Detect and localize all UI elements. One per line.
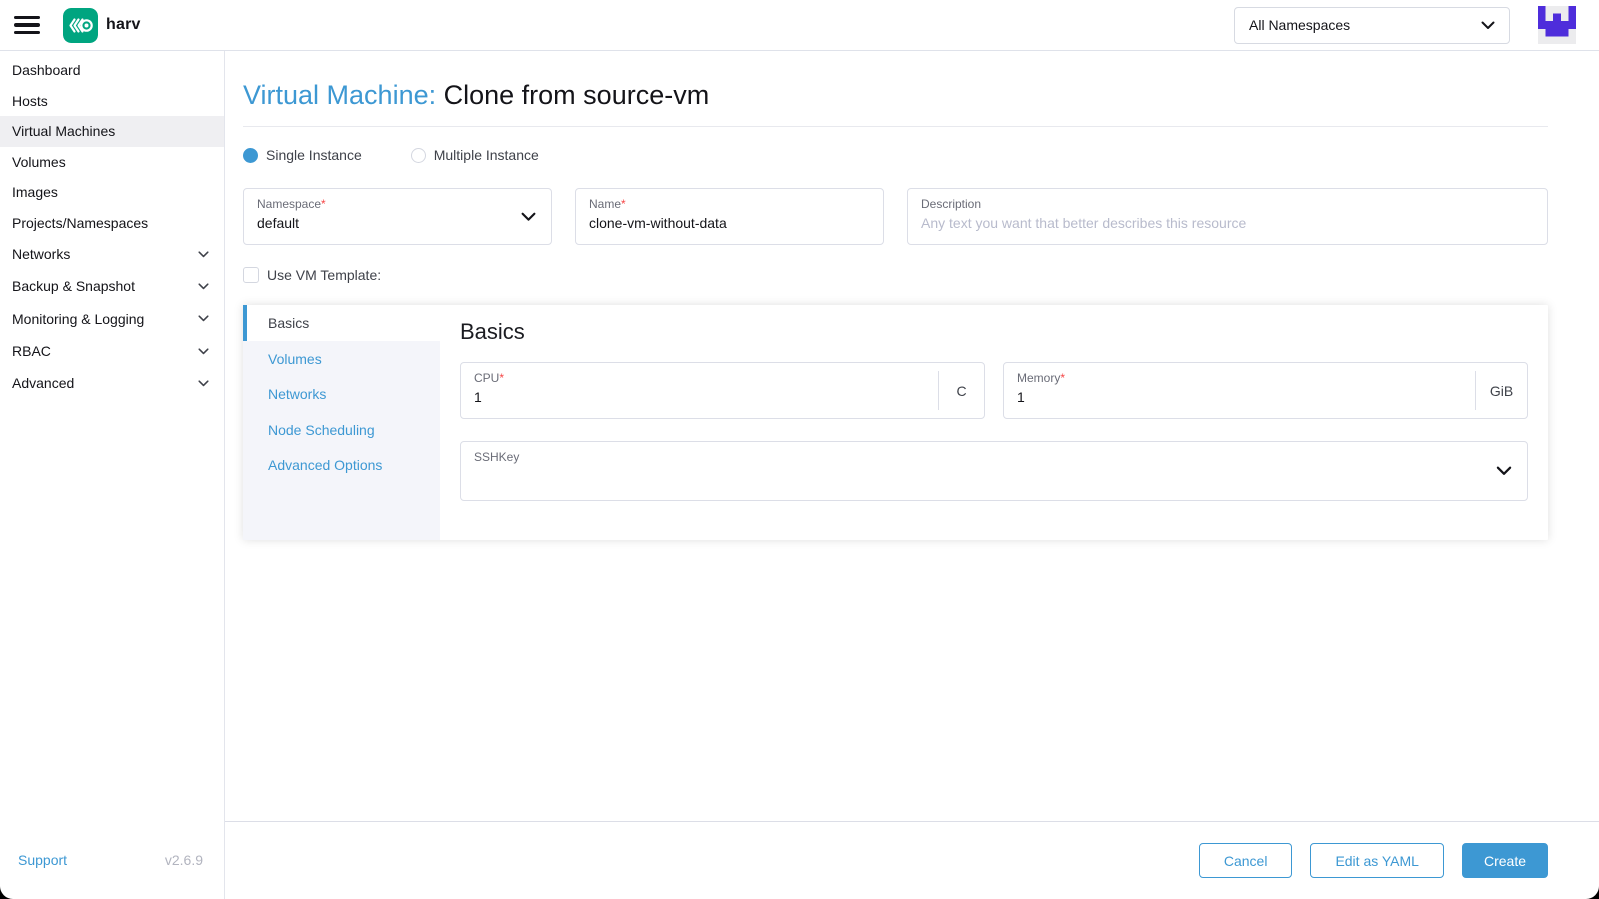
cpu-field: CPU* C — [460, 362, 985, 419]
name-field: Name* — [575, 188, 884, 245]
chevron-down-icon — [198, 283, 209, 290]
cpu-input[interactable] — [474, 389, 971, 405]
radio-selected-icon — [243, 148, 258, 163]
footer-action-bar: Cancel Edit as YAML Create — [225, 821, 1599, 899]
required-marker: * — [1060, 371, 1065, 385]
sidebar: Dashboard Hosts Virtual Machines Volumes… — [0, 51, 225, 899]
config-tab-nav: Basics Volumes Networks Node Scheduling … — [243, 305, 440, 540]
chevron-down-icon — [1496, 466, 1512, 476]
page-title-resource: Virtual Machine: — [243, 80, 436, 110]
required-marker: * — [621, 197, 626, 211]
radio-unselected-icon — [411, 148, 426, 163]
sshkey-select[interactable]: SSHKey — [460, 441, 1528, 501]
sidebar-group-backup-snapshot[interactable]: Backup & Snapshot — [0, 270, 224, 302]
chevron-down-icon — [198, 380, 209, 387]
page-title: Virtual Machine: Clone from source-vm — [243, 79, 1548, 111]
sidebar-group-advanced[interactable]: Advanced — [0, 367, 224, 399]
screen-corner-artifact — [1586, 886, 1599, 899]
description-input[interactable] — [921, 215, 1534, 231]
namespace-value: default — [257, 215, 538, 231]
screen-corner-artifact — [0, 886, 13, 899]
memory-input[interactable] — [1017, 389, 1514, 405]
tab-volumes[interactable]: Volumes — [243, 341, 440, 377]
support-link[interactable]: Support — [18, 852, 67, 868]
cancel-button[interactable]: Cancel — [1199, 843, 1293, 878]
tab-advanced-options[interactable]: Advanced Options — [243, 447, 440, 483]
vm-config-card: Basics Volumes Networks Node Scheduling … — [243, 305, 1548, 540]
main-content: Virtual Machine: Clone from source-vm Si… — [225, 51, 1599, 899]
namespace-select[interactable]: Namespace* default — [243, 188, 552, 245]
name-input[interactable] — [589, 215, 870, 231]
memory-field: Memory* GiB — [1003, 362, 1528, 419]
harvester-logo-icon[interactable] — [63, 8, 98, 43]
chevron-down-icon — [1481, 21, 1495, 30]
namespace-filter-select[interactable]: All Namespaces — [1234, 7, 1510, 44]
required-marker: * — [499, 371, 504, 385]
sshkey-label: SSHKey — [474, 450, 1514, 465]
sidebar-item-hosts[interactable]: Hosts — [0, 86, 224, 117]
edit-as-yaml-button[interactable]: Edit as YAML — [1310, 843, 1444, 878]
sidebar-item-virtual-machines[interactable]: Virtual Machines — [0, 116, 224, 147]
hamburger-menu-icon[interactable] — [14, 16, 40, 34]
use-vm-template-label: Use VM Template: — [267, 267, 381, 283]
app-window: harv All Namespaces Dashboard Hosts Virt… — [0, 0, 1599, 899]
radio-single-instance[interactable]: Single Instance — [243, 147, 362, 163]
product-name: harv — [106, 16, 141, 34]
basics-tab-content: Basics CPU* C Memory* GiB — [440, 305, 1548, 540]
page-title-action: Clone from source-vm — [444, 80, 710, 110]
radio-multiple-instance[interactable]: Multiple Instance — [411, 147, 539, 163]
avatar[interactable] — [1538, 6, 1576, 44]
chevron-down-icon — [198, 348, 209, 355]
sidebar-item-projects-namespaces[interactable]: Projects/Namespaces — [0, 208, 224, 239]
chevron-down-icon — [521, 212, 536, 222]
version-label: v2.6.9 — [165, 852, 203, 868]
chevron-down-icon — [198, 251, 209, 258]
memory-unit-label: GiB — [1475, 371, 1527, 410]
sidebar-item-dashboard[interactable]: Dashboard — [0, 55, 224, 86]
sidebar-item-volumes[interactable]: Volumes — [0, 147, 224, 178]
instance-type-radio-group: Single Instance Multiple Instance — [243, 147, 1548, 163]
description-field: Description — [907, 188, 1548, 245]
required-marker: * — [321, 197, 326, 211]
tab-node-scheduling[interactable]: Node Scheduling — [243, 412, 440, 448]
use-vm-template-checkbox[interactable]: Use VM Template: — [243, 267, 1548, 283]
general-fields-row: Namespace* default Name* Description — [243, 188, 1548, 245]
sidebar-group-monitoring-logging[interactable]: Monitoring & Logging — [0, 303, 224, 335]
cpu-unit-label: C — [938, 371, 984, 410]
tab-basics[interactable]: Basics — [243, 305, 440, 341]
section-heading: Basics — [460, 319, 1528, 345]
namespace-filter-value: All Namespaces — [1249, 17, 1481, 33]
create-button[interactable]: Create — [1462, 843, 1548, 878]
tab-networks[interactable]: Networks — [243, 376, 440, 412]
cpu-memory-row: CPU* C Memory* GiB — [460, 362, 1528, 419]
description-label: Description — [921, 197, 1534, 212]
sidebar-group-rbac[interactable]: RBAC — [0, 335, 224, 367]
sidebar-group-networks[interactable]: Networks — [0, 238, 224, 270]
checkbox-unchecked-icon — [243, 267, 259, 283]
sidebar-item-images[interactable]: Images — [0, 177, 224, 208]
chevron-down-icon — [198, 315, 209, 322]
title-divider — [243, 126, 1548, 127]
sidebar-footer: Support v2.6.9 — [0, 852, 224, 899]
top-bar: harv All Namespaces — [0, 0, 1599, 51]
